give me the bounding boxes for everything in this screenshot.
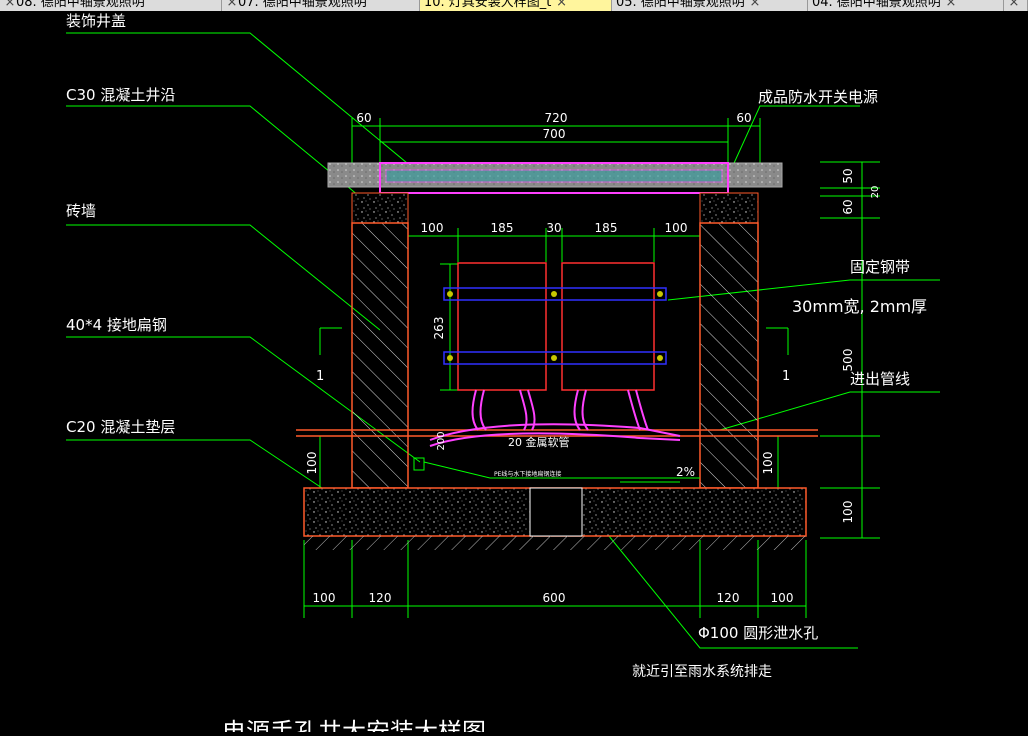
- concrete-rim-right: [699, 192, 759, 224]
- cad-drawing-canvas[interactable]: 装饰井盖 C30 混凝土井沿 砖墙 40*4 接地扁钢 C20 混凝土垫层 成品…: [0, 11, 1028, 736]
- strap-bolts: [447, 291, 663, 361]
- dim-right-500: 500: [841, 349, 855, 372]
- dim-bot-120a: 120: [369, 591, 392, 605]
- dim-left-100: 100: [305, 452, 319, 475]
- dim-conduit-height: 200: [436, 431, 447, 450]
- tab-drawing-04[interactable]: 04. 德阳中轴景观照明 ×: [808, 0, 1004, 11]
- drawing-title: 电源手孔井大安装大样图: [222, 718, 486, 732]
- close-icon[interactable]: ×: [226, 0, 238, 11]
- power-box-right: [561, 262, 655, 391]
- dim-right-60: 60: [841, 199, 855, 214]
- label-strap: 固定钢带: [850, 258, 910, 276]
- label-conduit: 20 金属软管: [508, 435, 570, 449]
- close-icon[interactable]: ×: [945, 0, 957, 11]
- drain-hole: [529, 487, 583, 537]
- close-icon[interactable]: ×: [556, 0, 568, 11]
- dim-base-100: 100: [841, 501, 855, 524]
- dim-bot-100b: 100: [771, 591, 794, 605]
- concrete-rim-left: [351, 192, 409, 224]
- section-mark-right: 1: [782, 369, 790, 384]
- dim-row-100a: 100: [421, 221, 444, 235]
- close-icon[interactable]: ×: [1008, 0, 1020, 11]
- dim-top-right: 60: [736, 111, 751, 125]
- label-slope: 2%: [676, 465, 695, 479]
- dim-top-left: 60: [356, 111, 371, 125]
- ground-hatch: [304, 536, 806, 550]
- label-brick: 砖墙: [66, 202, 96, 220]
- dim-bot-600: 600: [543, 591, 566, 605]
- dim-right-50: 50: [841, 168, 855, 183]
- label-pipe-in: 进出管线: [850, 370, 910, 388]
- brick-wall-left: [351, 222, 409, 489]
- brick-wall-right: [699, 222, 759, 489]
- label-steel: 40*4 接地扁钢: [66, 316, 167, 334]
- tab-overflow[interactable]: ×: [1004, 0, 1028, 11]
- well-cover-inner: [385, 169, 723, 183]
- tab-drawing-08[interactable]: ×08. 德阳中轴景观照明: [0, 0, 222, 11]
- label-c20: C20 混凝土垫层: [66, 418, 175, 436]
- close-icon[interactable]: ×: [4, 0, 16, 11]
- label-c30: C30 混凝土井沿: [66, 86, 175, 104]
- drawing-tab-bar: ×08. 德阳中轴景观照明 ×07. 德阳中轴景观照明 10. 灯具安装大样图_…: [0, 0, 1028, 11]
- section-mark-left: 1: [316, 369, 324, 384]
- dim-row-100b: 100: [665, 221, 688, 235]
- label-cover: 装饰井盖: [66, 12, 126, 30]
- label-drain-note: 就近引至雨水系统排走: [632, 664, 772, 680]
- ground-wire: [423, 461, 700, 479]
- power-box-left: [457, 262, 547, 391]
- leader-lines: [66, 32, 940, 649]
- tab-drawing-07[interactable]: ×07. 德阳中轴景观照明: [222, 0, 420, 11]
- tab-drawing-05[interactable]: 05. 德阳中轴景观照明 ×: [612, 0, 808, 11]
- tab-drawing-10-active[interactable]: 10. 灯具安装大样图_t ×: [420, 0, 612, 11]
- close-icon[interactable]: ×: [749, 0, 761, 11]
- dim-top-inner: 700: [543, 127, 566, 141]
- dim-right-20: 20: [870, 186, 881, 199]
- dim-top-total: 720: [545, 111, 568, 125]
- label-drain: Φ100 圆形泄水孔: [698, 624, 818, 642]
- label-strap-spec: 30mm宽, 2mm厚: [792, 297, 927, 316]
- dim-bot-100a: 100: [313, 591, 336, 605]
- cad-drawing: 装饰井盖 C30 混凝土井沿 砖墙 40*4 接地扁钢 C20 混凝土垫层 成品…: [66, 12, 940, 736]
- ground-clamp: [413, 457, 425, 471]
- dim-row-185a: 185: [491, 221, 514, 235]
- label-pe: PE线与水下接地扁钢连接: [494, 470, 561, 478]
- label-switch: 成品防水开关电源: [758, 88, 878, 106]
- dim-right-100: 100: [761, 452, 775, 475]
- dim-box-height: 263: [432, 317, 446, 340]
- dim-row-30: 30: [546, 221, 561, 235]
- dim-row-185b: 185: [595, 221, 618, 235]
- dim-bot-120b: 120: [717, 591, 740, 605]
